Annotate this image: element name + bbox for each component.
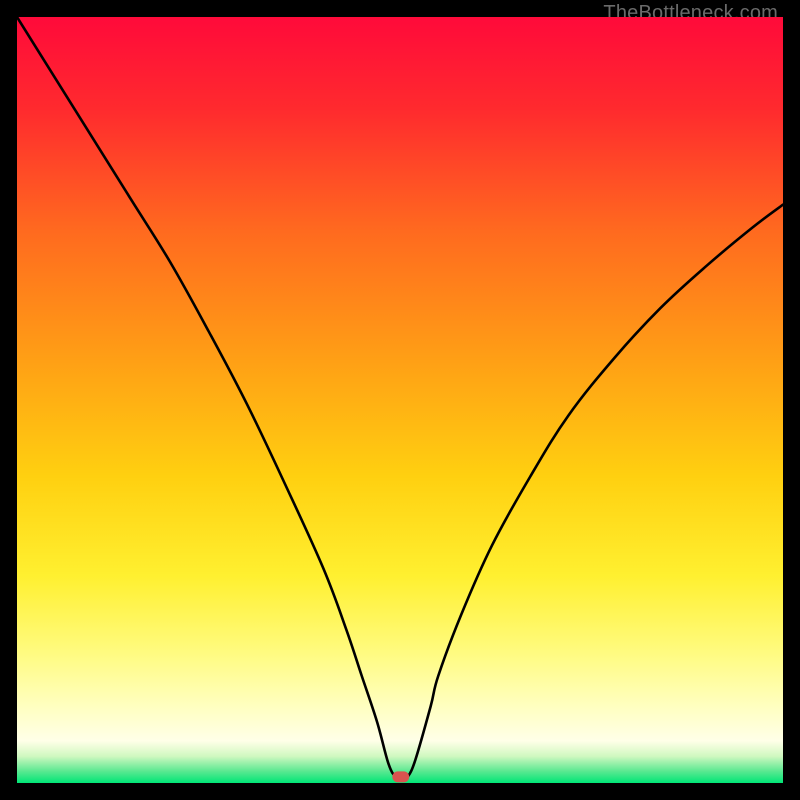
gradient-background bbox=[17, 17, 783, 783]
chart-frame: TheBottleneck.com bbox=[0, 0, 800, 800]
bottleneck-chart bbox=[17, 17, 783, 783]
current-point-marker bbox=[392, 771, 409, 782]
plot-area bbox=[17, 17, 783, 783]
